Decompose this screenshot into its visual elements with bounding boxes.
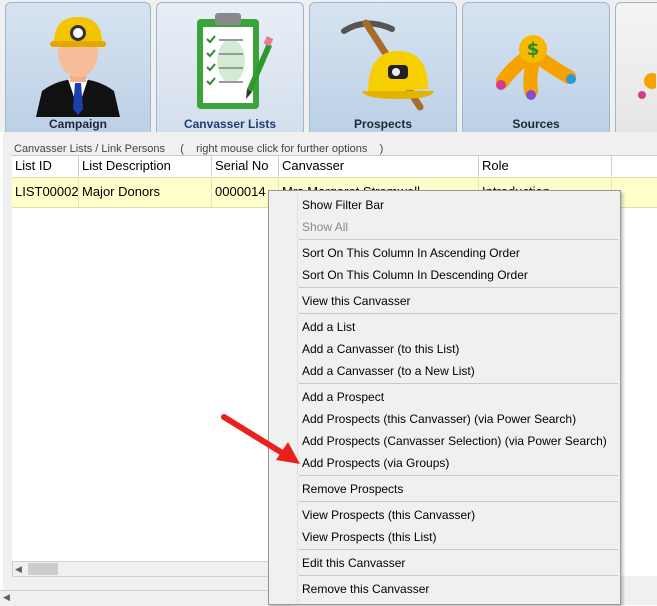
tab-prospects[interactable]: Prospects — [309, 2, 457, 132]
column-header-serial-no[interactable]: Serial No — [212, 156, 279, 176]
clipboard-checklist-icon — [197, 13, 274, 109]
column-header-list-id[interactable]: List ID — [12, 156, 79, 176]
tab-label: Prospects — [353, 117, 413, 131]
menu-item-add-prospects-this-canvasser[interactable]: Add Prospects (this Canvasser) (via Powe… — [302, 408, 576, 430]
menu-item-sort-ascending[interactable]: Sort On This Column In Ascending Order — [302, 242, 520, 264]
module-tab-strip: Campaign Canvasser Lists Prospects $ Sou… — [0, 0, 657, 132]
cell-list-id: LIST00002 — [12, 178, 79, 207]
menu-item-edit-canvasser[interactable]: Edit this Canvasser — [302, 552, 405, 574]
scroll-left-icon[interactable]: ◀ — [15, 564, 22, 575]
horizontal-scrollbar[interactable]: ◀ — [12, 561, 287, 577]
panel-caption: Canvasser Lists / Link Persons ( right m… — [14, 143, 384, 155]
menu-separator — [299, 287, 618, 288]
menu-separator — [299, 549, 618, 550]
menu-separator — [299, 313, 618, 314]
menu-item-sort-descending[interactable]: Sort On This Column In Descending Order — [302, 264, 528, 286]
svg-text:$: $ — [527, 39, 540, 60]
miner-person-icon — [36, 17, 120, 117]
tab-next-partial[interactable] — [615, 2, 657, 132]
money-hand-icon: $ — [496, 35, 576, 100]
tab-label: Campaign — [48, 117, 107, 131]
menu-item-add-canvasser-this-list[interactable]: Add a Canvasser (to this List) — [302, 338, 459, 360]
menu-item-add-prospect[interactable]: Add a Prospect — [302, 386, 384, 408]
menu-item-add-list[interactable]: Add a List — [302, 316, 355, 338]
bottom-scrollbar[interactable]: ◀ — [0, 590, 290, 606]
tab-canvasser-lists[interactable]: Canvasser Lists — [156, 2, 304, 132]
menu-item-view-canvasser[interactable]: View this Canvasser — [302, 290, 411, 312]
menu-item-show-all[interactable]: Show All — [302, 216, 348, 238]
menu-separator — [299, 475, 618, 476]
tab-campaign[interactable]: Campaign — [5, 2, 151, 132]
menu-separator — [299, 575, 618, 576]
menu-separator — [299, 383, 618, 384]
menu-item-remove-canvasser[interactable]: Remove this Canvasser — [302, 578, 429, 600]
menu-item-view-prospects-this-list[interactable]: View Prospects (this List) — [302, 526, 437, 548]
menu-item-view-prospects-this-canvasser[interactable]: View Prospects (this Canvasser) — [302, 504, 475, 526]
context-menu: Show Filter Bar Show All Sort On This Co… — [268, 190, 621, 605]
menu-item-add-prospects-canvasser-selection[interactable]: Add Prospects (Canvasser Selection) (via… — [302, 430, 607, 452]
column-header-role[interactable]: Role — [479, 156, 612, 176]
menu-separator — [299, 239, 618, 240]
menu-item-remove-prospects[interactable]: Remove Prospects — [302, 478, 403, 500]
menu-item-add-canvasser-new-list[interactable]: Add a Canvasser (to a New List) — [302, 360, 475, 382]
tab-label: Sources — [512, 117, 560, 131]
cell-list-description: Major Donors — [79, 178, 212, 207]
tab-sources[interactable]: $ Sources — [462, 2, 610, 132]
menu-item-add-prospects-via-groups[interactable]: Add Prospects (via Groups) — [302, 452, 449, 474]
menu-separator — [299, 501, 618, 502]
scroll-left-icon[interactable]: ◀ — [3, 592, 10, 603]
scroll-thumb[interactable] — [28, 563, 58, 575]
menu-item-show-filter-bar[interactable]: Show Filter Bar — [302, 194, 384, 216]
tab-label: Canvasser Lists — [183, 117, 277, 131]
pickaxe-hardhat-icon — [341, 19, 434, 111]
column-header-canvasser[interactable]: Canvasser — [279, 156, 479, 176]
partial-tab-icon — [638, 73, 656, 99]
menu-gutter — [297, 193, 298, 604]
column-header-list-description[interactable]: List Description — [79, 156, 212, 176]
